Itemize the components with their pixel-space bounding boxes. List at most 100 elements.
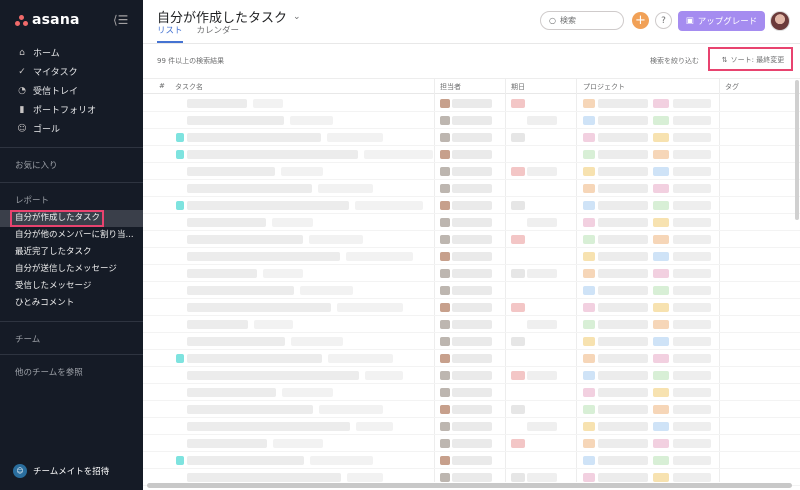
- blurred-cell: [653, 99, 669, 108]
- table-row[interactable]: [143, 367, 800, 384]
- blurred-cell: [583, 337, 595, 346]
- collapse-sidebar-icon[interactable]: ⟨☰: [113, 13, 128, 27]
- blurred-cell: [673, 218, 711, 227]
- report-sent-messages[interactable]: 自分が送信したメッセージ: [0, 261, 143, 278]
- help-button[interactable]: ?: [655, 12, 672, 29]
- table-row[interactable]: [143, 231, 800, 248]
- asana-logo[interactable]: asana: [15, 12, 80, 28]
- blurred-cell: [440, 422, 450, 431]
- search-input[interactable]: ○ 検索: [540, 11, 624, 30]
- blurred-cell: [673, 439, 711, 448]
- avatar[interactable]: [770, 11, 790, 31]
- team-label: チーム: [15, 335, 41, 345]
- table-row[interactable]: [143, 214, 800, 231]
- table-row[interactable]: [143, 282, 800, 299]
- blurred-cell: [598, 235, 648, 244]
- refine-search-button[interactable]: 検索を絞り込む: [650, 56, 699, 66]
- sidebar-item-label: ホーム: [33, 49, 60, 59]
- column-header-tags[interactable]: タグ: [725, 82, 739, 92]
- sidebar-item-goals[interactable]: ☺ ゴール: [0, 119, 143, 138]
- blurred-cell: [511, 303, 525, 312]
- blurred-cell: [187, 133, 321, 142]
- blurred-cell: [187, 354, 322, 363]
- sidebar-nav: ⌂ ホーム ✓ マイタスク ◔ 受信トレイ ▮ ポートフォリオ ☺ ゴール: [0, 43, 143, 138]
- tab-calendar[interactable]: カレンダー: [197, 24, 240, 43]
- blurred-cell: [527, 473, 557, 482]
- table-row[interactable]: [143, 384, 800, 401]
- blurred-cell: [673, 150, 711, 159]
- blurred-cell: [527, 269, 557, 278]
- browse-teams-link[interactable]: 他のチームを参照: [15, 366, 83, 378]
- blurred-cell: [452, 99, 492, 108]
- table-row[interactable]: [143, 112, 800, 129]
- blurred-cell: [583, 184, 595, 193]
- blurred-cell: [598, 201, 648, 210]
- table-row[interactable]: [143, 299, 800, 316]
- report-assigned-to-others[interactable]: 自分が他のメンバーに割り当...: [0, 227, 143, 244]
- blurred-cell: [440, 99, 450, 108]
- column-header-task-name[interactable]: タスク名: [175, 82, 203, 92]
- table-row[interactable]: [143, 146, 800, 163]
- sidebar-item-inbox[interactable]: ◔ 受信トレイ: [0, 81, 143, 100]
- blurred-cell: [310, 456, 373, 465]
- blurred-cell: [187, 371, 359, 380]
- table-row[interactable]: [143, 333, 800, 350]
- table-row[interactable]: [143, 452, 800, 469]
- blurred-cell: [673, 405, 711, 414]
- table-row[interactable]: [143, 163, 800, 180]
- app-window: asana ⟨☰ ⌂ ホーム ✓ マイタスク ◔ 受信トレイ ▮ ポートフォリオ…: [0, 0, 800, 490]
- table-row[interactable]: [143, 180, 800, 197]
- report-comments[interactable]: ひとみコメント: [0, 295, 143, 312]
- table-row[interactable]: [143, 350, 800, 367]
- table-row[interactable]: [143, 401, 800, 418]
- blurred-cell: [511, 371, 525, 380]
- invite-teammates-button[interactable]: ☺ チームメイトを招待: [13, 464, 109, 478]
- blurred-cell: [598, 269, 648, 278]
- blurred-cell: [673, 286, 711, 295]
- table-row[interactable]: [143, 129, 800, 146]
- table-row[interactable]: [143, 265, 800, 282]
- report-received-messages[interactable]: 受信したメッセージ: [0, 278, 143, 295]
- reports-label[interactable]: レポート: [15, 194, 49, 206]
- blurred-cell: [527, 116, 557, 125]
- blurred-cell: [318, 184, 373, 193]
- sidebar-item-label: マイタスク: [33, 68, 78, 78]
- blurred-cell: [452, 235, 492, 244]
- blurred-cell: [272, 218, 313, 227]
- table-row[interactable]: [143, 435, 800, 452]
- column-header-assignee[interactable]: 担当者: [440, 82, 461, 92]
- table-row[interactable]: [143, 197, 800, 214]
- column-header-project[interactable]: プロジェクト: [583, 82, 625, 92]
- table-row[interactable]: [143, 316, 800, 333]
- report-recently-completed[interactable]: 最近完了したタスク: [0, 244, 143, 261]
- sidebar-item-portfolios[interactable]: ▮ ポートフォリオ: [0, 100, 143, 119]
- chevron-down-icon[interactable]: ⌄: [293, 12, 301, 22]
- blurred-cell: [653, 405, 669, 414]
- column-header-due-date[interactable]: 期日: [511, 82, 525, 92]
- blurred-cell: [452, 354, 492, 363]
- sidebar-divider: [0, 321, 143, 322]
- sidebar-item-my-tasks[interactable]: ✓ マイタスク: [0, 62, 143, 81]
- add-button[interactable]: +: [632, 12, 649, 29]
- blurred-cell: [452, 133, 492, 142]
- sidebar-item-home[interactable]: ⌂ ホーム: [0, 43, 143, 62]
- upgrade-button[interactable]: ▣ アップグレード: [678, 11, 765, 31]
- table-row[interactable]: [143, 95, 800, 112]
- blurred-cell: [511, 405, 525, 414]
- blurred-cell: [583, 269, 595, 278]
- table-row[interactable]: [143, 418, 800, 435]
- blurred-cell: [187, 473, 341, 482]
- bar-chart-icon: ▮: [19, 104, 25, 115]
- table-row[interactable]: [143, 248, 800, 265]
- blurred-cell: [440, 303, 450, 312]
- horizontal-scrollbar[interactable]: [147, 483, 792, 488]
- blurred-cell: [653, 286, 669, 295]
- tab-list[interactable]: リスト: [157, 24, 183, 43]
- vertical-scrollbar[interactable]: [795, 80, 799, 220]
- main-content: 自分が作成したタスク ⌄ リスト カレンダー ○ 検索 + ? ▣ アップグレー…: [143, 0, 800, 490]
- blurred-cell: [583, 371, 595, 380]
- blurred-cell: [511, 167, 525, 176]
- blurred-cell: [263, 269, 303, 278]
- blurred-cell: [291, 337, 343, 346]
- blurred-cell: [440, 388, 450, 397]
